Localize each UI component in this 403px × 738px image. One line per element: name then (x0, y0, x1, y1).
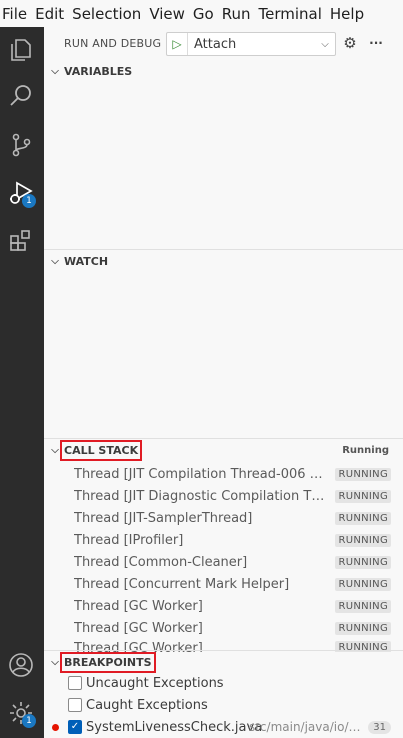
thread-row[interactable]: Thread [GC Worker] RUNNING (44, 595, 403, 617)
chevron-down-icon: ⌵ (51, 444, 59, 456)
config-separator (187, 33, 188, 55)
breakpoint-item-file[interactable]: ✓ SystemLivenessCheck.java src/main/java… (44, 716, 403, 738)
debug-badge: 1 (22, 194, 36, 208)
thread-name: Thread [JIT-SamplerThread] (74, 510, 253, 526)
file-breakpoint-checkbox[interactable]: ✓ (68, 720, 82, 734)
thread-row[interactable]: Thread [JIT Diagnostic Compilation Threa… (44, 485, 403, 507)
breakpoint-label: Uncaught Exceptions (86, 675, 224, 691)
menu-selection[interactable]: Selection (70, 5, 147, 23)
thread-row[interactable]: Thread [IProfiler] RUNNING (44, 529, 403, 551)
thread-name: Thread [GC Worker] (74, 620, 203, 636)
call-stack-status: Running (342, 444, 389, 456)
menu-terminal[interactable]: Terminal (257, 5, 328, 23)
chevron-down-icon: ⌵ (51, 255, 59, 267)
chevron-down-icon: ⌵ (321, 38, 329, 50)
breakpoint-dot-icon (52, 723, 59, 731)
thread-row[interactable]: Thread [Common-Cleaner] RUNNING (44, 551, 403, 573)
breakpoint-file-name: SystemLivenessCheck.java (86, 719, 263, 735)
thread-state-badge: RUNNING (335, 467, 391, 481)
uncaught-exceptions-checkbox[interactable] (68, 676, 82, 690)
thread-state-badge: RUNNING (335, 599, 391, 613)
thread-name: Thread [IProfiler] (74, 532, 184, 548)
menu-help[interactable]: Help (328, 5, 370, 23)
thread-name: Thread [Concurrent Mark Helper] (74, 576, 290, 592)
launch-config-name: Attach (194, 36, 237, 52)
activity-bar: 1 1 (0, 27, 44, 738)
thread-row[interactable]: Thread [Concurrent Mark Helper] RUNNING (44, 573, 403, 595)
thread-state-badge: RUNNING (335, 621, 391, 635)
breakpoint-file-path: src/main/java/io/o... (249, 720, 364, 734)
thread-name: Thread [JIT Diagnostic Compilation Threa… (74, 488, 328, 504)
source-control-icon[interactable] (7, 131, 35, 159)
thread-name: Thread [Common-Cleaner] (74, 554, 248, 570)
thread-row[interactable]: Thread [JIT-SamplerThread] RUNNING (44, 507, 403, 529)
start-debugging-icon[interactable]: ▷ (167, 37, 187, 51)
thread-row[interactable]: Thread [GC Worker] RUNNING (44, 617, 403, 639)
thread-name: Thread [JIT Compilation Thread-006 Suspe… (74, 466, 328, 482)
breakpoint-item-uncaught[interactable]: Uncaught Exceptions (44, 672, 403, 694)
more-actions-icon[interactable]: ··· (367, 34, 385, 52)
thread-state-badge: RUNNING (335, 555, 391, 569)
watch-title: WATCH (64, 254, 109, 268)
open-launch-json-gear-icon[interactable]: ⚙ (341, 34, 359, 52)
thread-name: Thread [GC Worker] (74, 598, 203, 614)
breakpoint-label: Caught Exceptions (86, 697, 208, 713)
search-icon[interactable] (7, 82, 35, 110)
watch-section-header[interactable]: ⌵ WATCH (44, 250, 403, 272)
call-stack-title: CALL STACK (59, 439, 143, 461)
launch-config-select[interactable]: ▷ Attach ⌵ (166, 32, 336, 56)
breakpoint-item-caught[interactable]: Caught Exceptions (44, 694, 403, 716)
breakpoints-title: BREAKPOINTS (60, 651, 156, 673)
menu-view[interactable]: View (147, 5, 191, 23)
variables-title: VARIABLES (64, 64, 133, 78)
menu-bar: File Edit Selection View Go Run Terminal… (0, 0, 403, 27)
thread-row[interactable]: Thread [JIT Compilation Thread-006 Suspe… (44, 463, 403, 485)
call-stack-section-header[interactable]: ⌵ CALL STACK Running (44, 439, 403, 461)
sidebar-title: RUN AND DEBUG (64, 36, 162, 50)
menu-go[interactable]: Go (191, 5, 220, 23)
chevron-down-icon: ⌵ (51, 656, 59, 668)
menu-edit[interactable]: Edit (33, 5, 70, 23)
variables-section-header[interactable]: ⌵ VARIABLES (44, 60, 403, 82)
caught-exceptions-checkbox[interactable] (68, 698, 82, 712)
thread-state-badge: RUNNING (335, 489, 391, 503)
extensions-icon[interactable] (7, 227, 35, 255)
menu-file[interactable]: File (0, 5, 33, 23)
chevron-down-icon: ⌵ (51, 65, 59, 77)
breakpoint-line-badge: 31 (368, 720, 391, 734)
thread-state-badge: RUNNING (335, 577, 391, 591)
menu-run[interactable]: Run (220, 5, 257, 23)
breakpoints-section-header[interactable]: ⌵ BREAKPOINTS (44, 651, 403, 673)
thread-state-badge: RUNNING (335, 511, 391, 525)
account-icon[interactable] (7, 651, 35, 679)
manage-badge: 1 (22, 714, 36, 728)
explorer-icon[interactable] (7, 35, 35, 63)
run-and-debug-sidebar: RUN AND DEBUG ▷ Attach ⌵ ⚙ ··· ⌵ VARIABL… (44, 27, 403, 738)
thread-state-badge: RUNNING (335, 533, 391, 547)
